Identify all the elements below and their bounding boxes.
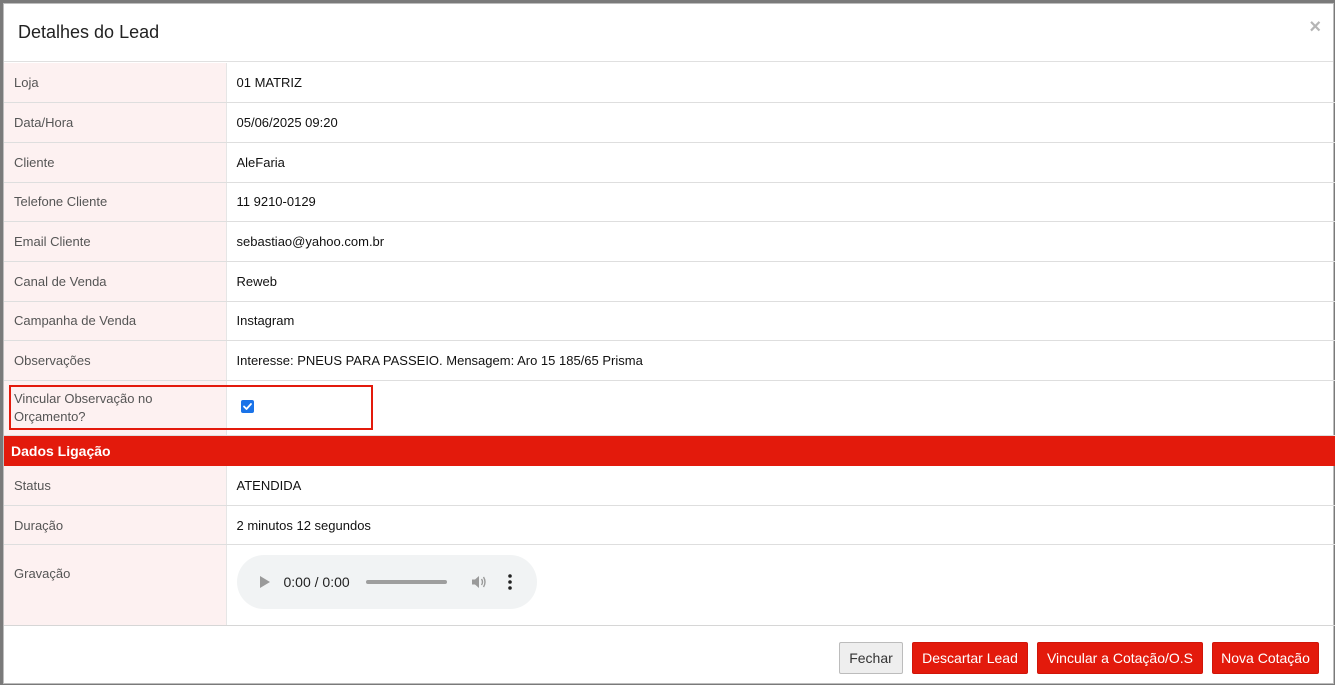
section-header-row: Dados Ligação xyxy=(4,435,1335,466)
lead-details-modal: Detalhes do Lead × Loja 01 MATRIZ Data/H… xyxy=(3,3,1335,685)
play-icon[interactable] xyxy=(259,575,271,589)
field-label: Status xyxy=(4,465,227,506)
field-row-data-hora: Data/Hora 05/06/2025 09:20 xyxy=(4,102,1335,143)
field-value: Interesse: PNEUS PARA PASSEIO. Mensagem:… xyxy=(226,340,1335,381)
field-row-vincular: Vincular Observação no Orçamento? xyxy=(4,380,1335,436)
field-value: 01 MATRIZ xyxy=(226,63,1335,104)
field-label: Campanha de Venda xyxy=(4,301,227,342)
field-label: Telefone Cliente xyxy=(4,182,227,223)
vincular-label-cell: Vincular Observação no Orçamento? xyxy=(4,380,227,436)
discard-lead-button[interactable]: Descartar Lead xyxy=(912,642,1028,674)
field-row-telefone: Telefone Cliente 11 9210-0129 xyxy=(4,182,1335,223)
field-label: Canal de Venda xyxy=(4,261,227,302)
field-value: Reweb xyxy=(226,261,1335,302)
more-options-icon[interactable] xyxy=(507,573,513,591)
field-value: AleFaria xyxy=(226,142,1335,183)
field-row-gravacao: Gravação 0:00 / 0:00 xyxy=(4,544,1335,627)
close-button[interactable]: Fechar xyxy=(839,642,903,674)
new-quote-button[interactable]: Nova Cotação xyxy=(1212,642,1319,674)
field-row-loja: Loja 01 MATRIZ xyxy=(4,63,1335,104)
field-row-cliente: Cliente AleFaria xyxy=(4,142,1335,183)
field-label: Gravação xyxy=(4,544,227,627)
link-quote-button[interactable]: Vincular a Cotação/O.S xyxy=(1037,642,1203,674)
modal-header: Detalhes do Lead × xyxy=(4,4,1333,62)
checkmark-icon xyxy=(242,403,252,410)
field-row-campanha: Campanha de Venda Instagram xyxy=(4,301,1335,342)
audio-time: 0:00 / 0:00 xyxy=(283,574,350,591)
modal-title: Detalhes do Lead xyxy=(18,22,160,42)
field-label: Duração xyxy=(4,505,227,546)
vincular-value-cell xyxy=(226,380,1335,436)
field-value: Instagram xyxy=(226,301,1335,342)
field-value: 11 9210-0129 xyxy=(226,182,1335,223)
field-value: 05/06/2025 09:20 xyxy=(226,102,1335,143)
audio-progress-slider[interactable] xyxy=(365,580,447,585)
field-label: Email Cliente xyxy=(4,221,227,262)
field-label: Cliente xyxy=(4,142,227,183)
section-title: Dados Ligação xyxy=(4,435,1335,466)
field-row-canal: Canal de Venda Reweb xyxy=(4,261,1335,302)
field-row-status: Status ATENDIDA xyxy=(4,465,1335,506)
volume-icon[interactable] xyxy=(471,574,487,590)
field-label: Observações xyxy=(4,340,227,381)
audio-player: 0:00 / 0:00 xyxy=(236,555,537,610)
close-icon[interactable]: × xyxy=(1309,17,1321,37)
vincular-checkbox[interactable] xyxy=(240,400,254,413)
vincular-label: Vincular Observação no Orçamento? xyxy=(14,391,153,424)
modal-footer: Fechar Descartar Lead Vincular a Cotação… xyxy=(4,625,1335,685)
field-row-observacoes: Observações Interesse: PNEUS PARA PASSEI… xyxy=(4,340,1335,381)
field-value: 2 minutos 12 segundos xyxy=(226,505,1335,546)
lead-details-table: Loja 01 MATRIZ Data/Hora 05/06/2025 09:2… xyxy=(4,63,1335,627)
field-row-email: Email Cliente sebastiao@yahoo.com.br xyxy=(4,221,1335,262)
field-value: sebastiao@yahoo.com.br xyxy=(226,221,1335,262)
recording-cell: 0:00 / 0:00 xyxy=(226,544,1335,627)
field-row-duracao: Duração 2 minutos 12 segundos xyxy=(4,505,1335,546)
field-label: Loja xyxy=(4,63,227,104)
field-label: Data/Hora xyxy=(4,102,227,143)
field-value: ATENDIDA xyxy=(226,465,1335,506)
